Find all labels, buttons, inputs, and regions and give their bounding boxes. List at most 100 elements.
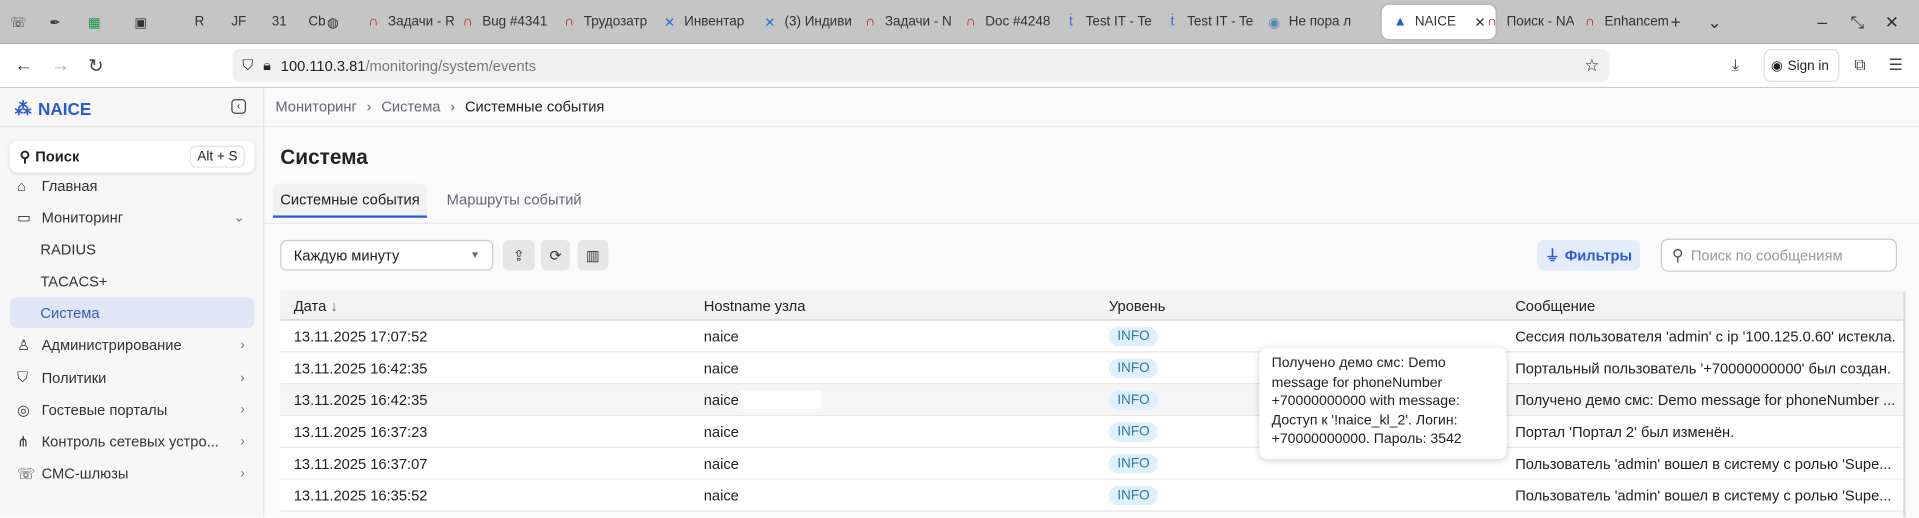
level-badge: INFO <box>1108 421 1159 442</box>
sidebar-item-9[interactable]: ☏ СМС-шлюзы › <box>10 458 255 489</box>
message-cell: Пользователь 'admin' вошел в систему с р… <box>1515 486 1892 504</box>
filters-button[interactable]: ⏚ Фильтры <box>1537 239 1641 271</box>
naice-icon: ▲ <box>1393 14 1407 30</box>
level-badge: INFO <box>1108 357 1159 378</box>
hostname-cell: naice <box>704 384 821 415</box>
search-icon: ⚲ <box>1671 245 1684 264</box>
table-header: Дата ↓ Hostname узла Уровень Сообщение <box>280 291 1904 321</box>
browser-tab[interactable]: Cb <box>285 10 325 34</box>
table-scrollbar[interactable] <box>1903 291 1906 518</box>
tab-list-icon[interactable]: ⌄ <box>1707 10 1721 34</box>
close-window-icon[interactable]: ✕ <box>1885 10 1899 34</box>
chevron-right-icon: › <box>240 433 245 449</box>
divider <box>264 222 1919 224</box>
extensions-icon[interactable]: ⧉ <box>1854 55 1865 75</box>
download-icon[interactable]: ⤓ <box>1732 55 1739 75</box>
sidebar-item-3[interactable]: TACACS+ <box>10 266 255 297</box>
sign-in-button[interactable]: ◉ Sign in <box>1763 48 1840 83</box>
sidebar-item-6[interactable]: ⛉ Политики › <box>10 362 255 393</box>
level-cell: INFO <box>1108 321 1159 352</box>
browser-tab[interactable]: ∩ Bug #4341 <box>459 10 548 34</box>
browser-tab[interactable]: ▣ <box>132 10 149 34</box>
message-cell: Пользователь 'admin' вошел в систему с р… <box>1515 454 1892 472</box>
column-message[interactable]: Сообщение <box>1515 291 1595 319</box>
browser-tab[interactable]: ∩ Enhancem <box>1581 10 1669 34</box>
table-row[interactable]: 13.11.2025 17:07:52 naice INFO Сессия по… <box>280 320 1904 353</box>
tab-system-events[interactable]: Системные события <box>272 183 428 218</box>
sidebar-item-label: Администрирование <box>41 335 182 354</box>
browser-tab[interactable]: R <box>171 10 205 34</box>
new-tab-icon[interactable]: + <box>1671 10 1681 34</box>
tab-event-routes[interactable]: Маршруты событий <box>439 184 589 218</box>
shield-icon: ⛉ <box>17 368 29 386</box>
browser-tab-label: Трудозатр <box>583 14 648 30</box>
browser-tab[interactable]: ∩ Поиск - NA <box>1483 10 1574 34</box>
table-row[interactable]: 13.11.2025 16:42:35 naice INFO Получено … <box>280 384 1904 417</box>
refresh-interval-select[interactable]: Каждую минуту ▼ <box>280 239 494 271</box>
menu-icon[interactable]: ☰ <box>1888 55 1902 75</box>
divider <box>0 126 265 128</box>
column-hostname[interactable]: Hostname узла <box>704 291 806 319</box>
sidebar-item-5[interactable]: ♙ Администрирование › <box>10 329 255 360</box>
browser-tab[interactable]: ☏ <box>10 10 27 34</box>
sidebar-item-label: Система <box>40 304 100 322</box>
sidebar-item-label: Гостевые порталы <box>41 400 168 418</box>
browser-tab[interactable]: ✕ (3) Индиви <box>761 10 852 34</box>
browser-tab[interactable]: ✒ <box>47 10 64 34</box>
table-row[interactable]: 13.11.2025 16:37:23 naice INFO Портал 'П… <box>280 416 1904 448</box>
column-date[interactable]: Дата ↓ <box>294 291 338 319</box>
export-button[interactable]: ⇪ <box>503 239 535 271</box>
redmine-icon: ∩ <box>564 14 574 30</box>
breadcrumb-monitoring[interactable]: Мониторинг <box>275 98 356 115</box>
reload-icon[interactable]: ↻ <box>88 55 103 77</box>
columns-button[interactable]: ▥ <box>577 239 609 271</box>
calendar-icon <box>248 13 265 30</box>
sidebar-item-8[interactable]: ⋔ Контроль сетевых устро... › <box>10 426 255 457</box>
refresh-button[interactable]: ⟳ <box>540 239 571 271</box>
browser-tab[interactable]: ∩ Задачи - R <box>365 10 454 34</box>
browser-tab[interactable]: ṫ Test IT - Te <box>1062 10 1152 34</box>
browser-tab[interactable]: ◉ Не пора л <box>1266 10 1351 34</box>
table-row[interactable]: 13.11.2025 16:35:52 naice INFO Пользоват… <box>280 479 1904 512</box>
sidebar-item-7[interactable]: ◎ Гостевые порталы › <box>10 394 255 425</box>
forward-icon[interactable]: → <box>51 55 69 76</box>
browser-tab-label: Doc #4248 <box>985 14 1051 30</box>
browser-tab[interactable]: ṫ Test IT - Te <box>1164 10 1254 34</box>
restore-icon[interactable]: ⤡ <box>1851 10 1865 34</box>
browser-tab[interactable]: ✕ Инвентар <box>661 10 744 34</box>
browser-tab[interactable]: ◍ <box>324 10 341 34</box>
breadcrumb-system[interactable]: Система <box>381 98 440 115</box>
columns-icon: ▥ <box>586 246 600 264</box>
sidebar-item-2[interactable]: RADIUS <box>10 234 255 265</box>
browser-tab[interactable]: 31 <box>248 10 287 34</box>
table-row[interactable]: 13.11.2025 16:42:35 naice INFO Портальны… <box>280 352 1904 385</box>
sidebar-item-4[interactable]: Система <box>9 297 255 329</box>
date-cell: 13.11.2025 16:42:35 <box>293 359 428 377</box>
sidebar-item-label: Политики <box>41 369 107 387</box>
column-level[interactable]: Уровень <box>1109 291 1166 319</box>
sidebar-search-button[interactable]: ⚲ Поиск Alt + S <box>9 140 255 173</box>
date-cell: 13.11.2025 16:37:23 <box>293 422 428 440</box>
minimize-icon[interactable]: – <box>1817 10 1827 34</box>
sidebar: ⁂ NAICE ‹ ⚲ Поиск Alt + S ⌂ Главная ▭ Монитори… <box>0 88 265 518</box>
table-row[interactable]: 13.11.2025 16:37:07 naice INFO Пользоват… <box>280 447 1904 480</box>
browser-tab[interactable]: JF <box>208 10 246 34</box>
sidebar-item-label: СМС-шлюзы <box>41 464 129 482</box>
bookmark-star-icon[interactable]: ☆ <box>1584 55 1599 76</box>
browser-tab[interactable]: ▦ <box>86 10 103 34</box>
browser-tab[interactable]: ∩ Задачи - N <box>862 10 951 34</box>
sidebar-item-0[interactable]: ⌂ Главная <box>10 170 255 201</box>
sidebar-item-1[interactable]: ▭ Мониторинг ⌄ <box>10 202 255 233</box>
browser-tab[interactable]: ∩ Трудозатр <box>561 10 648 34</box>
redmine-icon: ∩ <box>368 14 379 30</box>
message-search-input[interactable]: ⚲ Поиск по сообщениям <box>1660 238 1898 272</box>
brand-logo[interactable]: ⁂ NAICE <box>15 98 92 119</box>
collapse-sidebar-icon[interactable]: ‹ <box>231 99 247 114</box>
browser-tab[interactable]: ∩ Doc #4248 <box>962 10 1051 34</box>
jf-icon <box>208 13 225 30</box>
confluence-icon: ✕ <box>663 15 676 30</box>
back-icon[interactable]: ← <box>15 55 33 76</box>
browser-tab[interactable]: ▲ NAICE ✕ <box>1381 4 1496 40</box>
browser-tab-label: Enhancem <box>1604 14 1669 30</box>
address-bar[interactable]: ⛉ 🔒︎ 100.110.3.81/monitoring/system/even… <box>232 48 1610 83</box>
